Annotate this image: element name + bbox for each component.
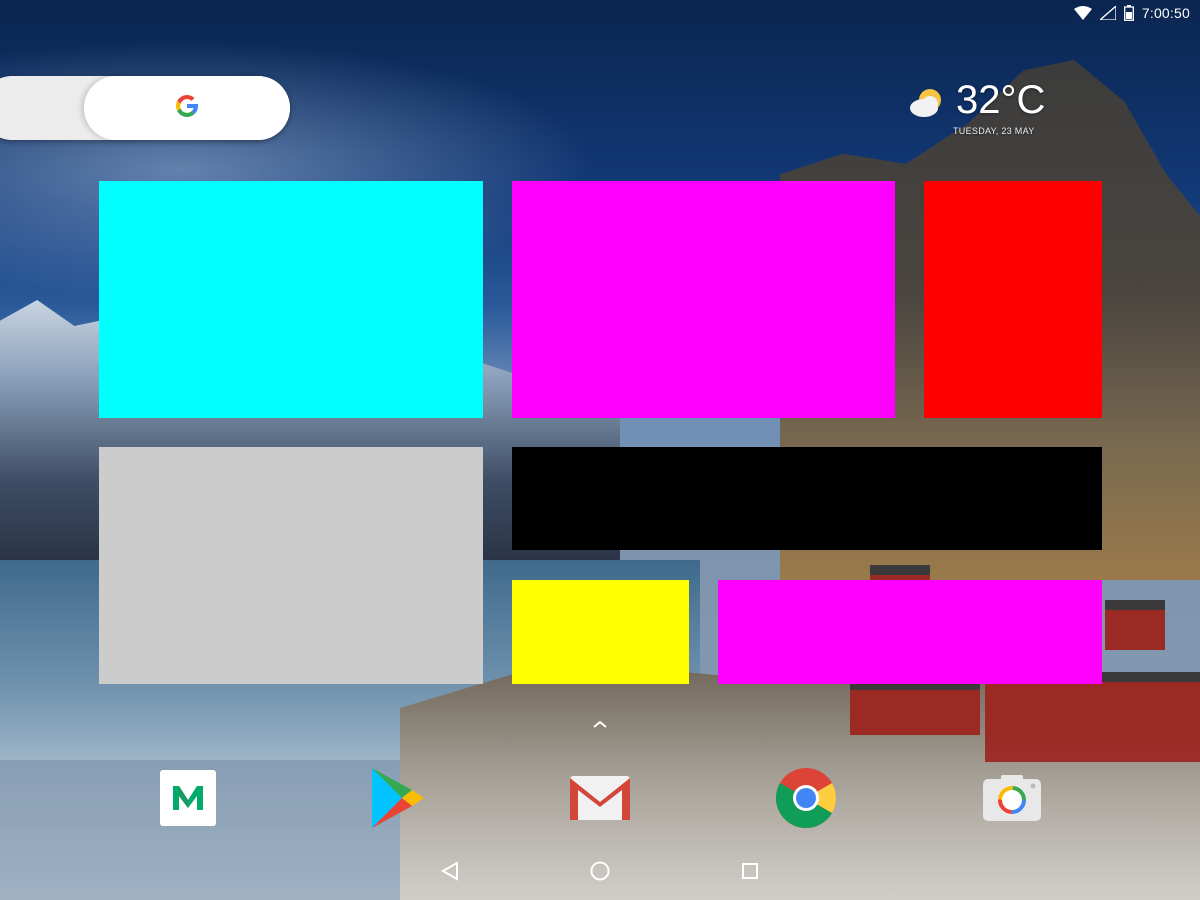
gmail-app[interactable] — [560, 760, 640, 840]
chrome-icon — [775, 767, 837, 834]
wallpaper-house — [850, 680, 980, 735]
gray-block[interactable] — [99, 447, 483, 684]
battery-icon — [1123, 5, 1134, 21]
camera-app[interactable] — [972, 760, 1052, 840]
chrome-app[interactable] — [766, 760, 846, 840]
magenta-block-bottom[interactable] — [718, 580, 1102, 684]
navigation-bar — [0, 850, 1200, 896]
status-time: 7:00:50 — [1141, 5, 1190, 21]
dock — [0, 760, 1200, 840]
gmail-icon — [568, 774, 632, 827]
back-button[interactable] — [437, 860, 463, 886]
wallpaper-house — [1105, 600, 1165, 650]
play-store-icon — [366, 766, 426, 835]
medium-app[interactable] — [148, 760, 228, 840]
black-block[interactable] — [512, 447, 1102, 550]
chevron-up-icon[interactable] — [592, 716, 608, 728]
weather-widget[interactable]: 32°C TUESDAY, 23 MAY — [906, 78, 1066, 142]
status-bar: 7:00:50 — [0, 0, 1200, 30]
wifi-icon — [1073, 6, 1092, 20]
google-search-pill[interactable] — [84, 76, 290, 140]
weather-temperature: 32°C — [956, 78, 1046, 122]
no-signal-icon — [1099, 6, 1116, 20]
cyan-block[interactable] — [99, 181, 483, 418]
recents-button[interactable] — [737, 860, 763, 886]
play-store-app[interactable] — [356, 760, 436, 840]
weather-date: TUESDAY, 23 MAY — [953, 126, 1035, 136]
partly-cloudy-icon — [908, 84, 948, 124]
yellow-block[interactable] — [512, 580, 689, 684]
home-icon — [589, 860, 611, 887]
magenta-block-top[interactable] — [512, 181, 895, 418]
red-block[interactable] — [924, 181, 1102, 418]
google-search-bar[interactable] — [0, 76, 290, 140]
medium-icon — [160, 769, 216, 831]
home-button[interactable] — [587, 860, 613, 886]
back-icon — [439, 860, 461, 887]
google-g-icon — [172, 91, 202, 126]
recents-icon — [739, 860, 761, 887]
camera-icon — [981, 773, 1043, 828]
